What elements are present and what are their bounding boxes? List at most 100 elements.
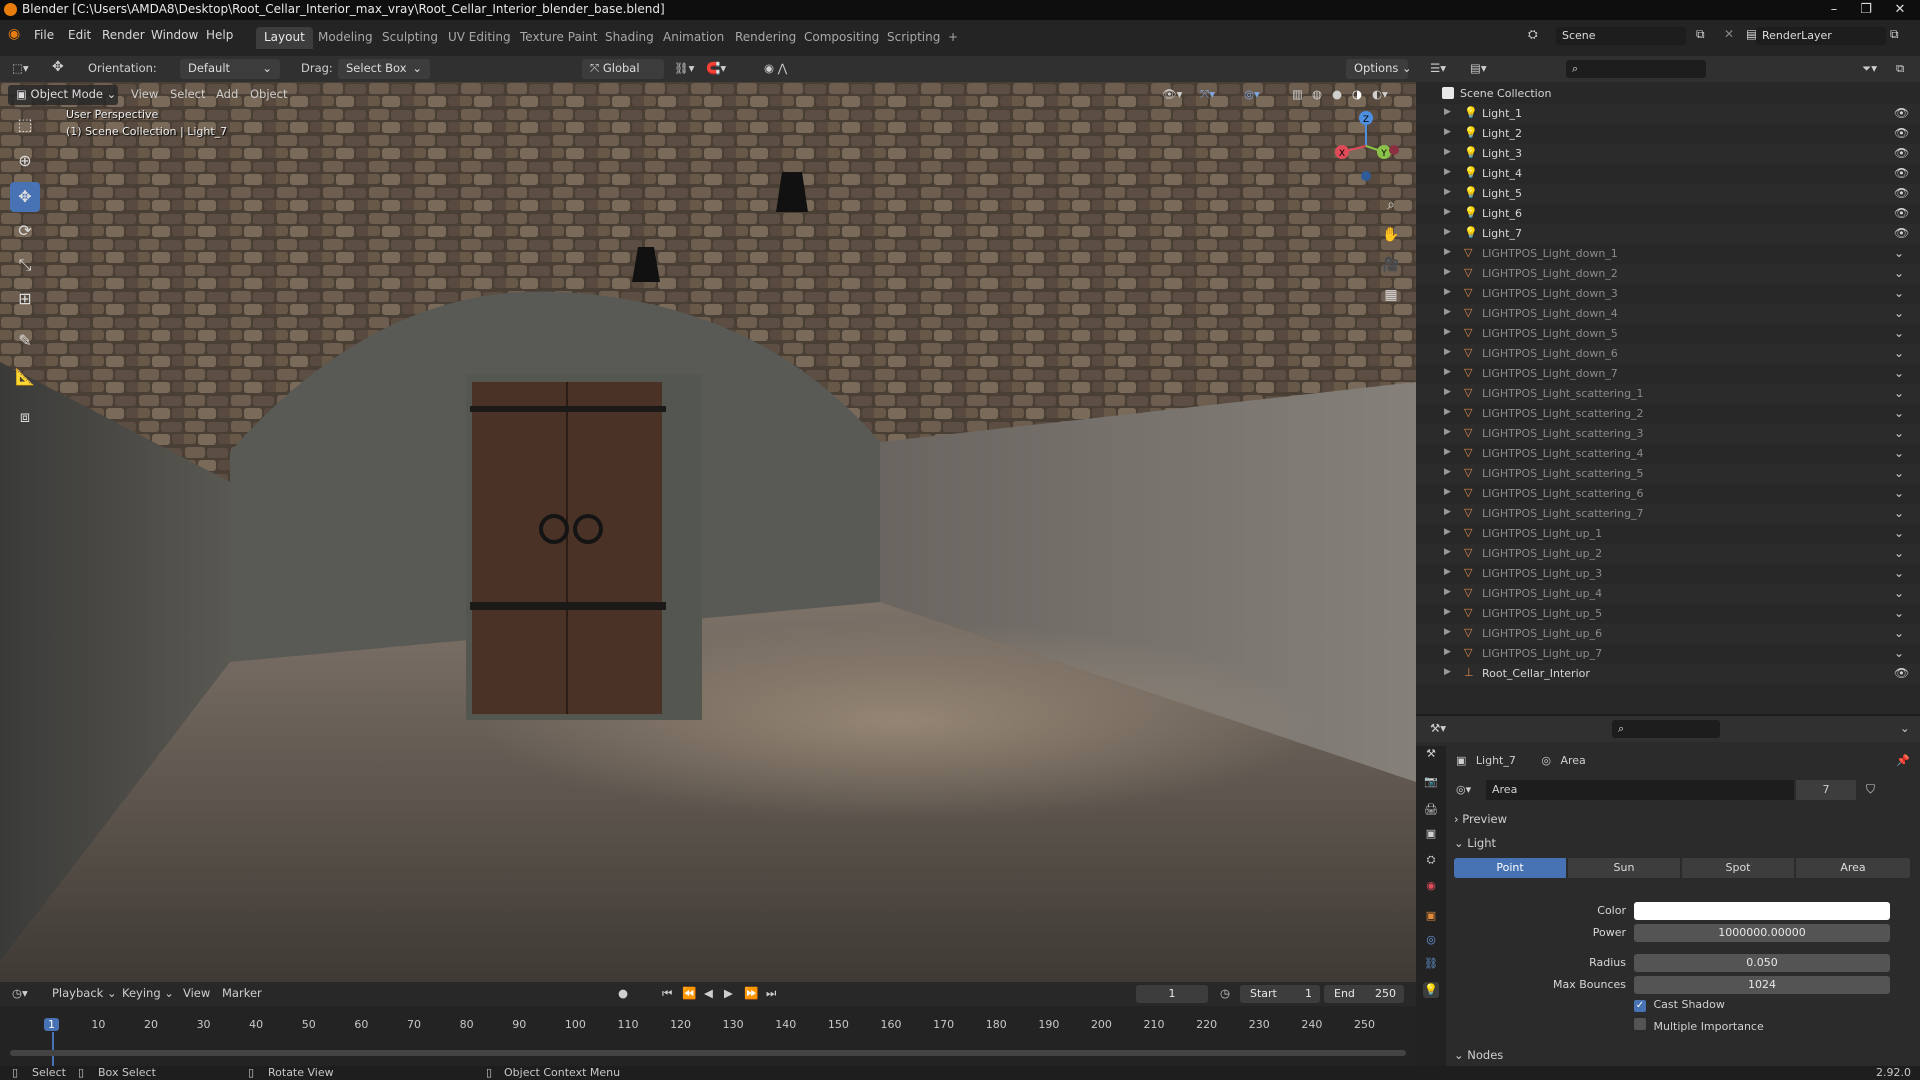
pan-hand-icon[interactable]: ✋ <box>1378 222 1404 248</box>
light-section-header[interactable]: ⌄ Light <box>1454 836 1496 850</box>
options-dropdown[interactable]: Options ⌄ <box>1346 59 1412 79</box>
eye-hidden-icon[interactable]: ⌄ <box>1894 306 1904 320</box>
3d-viewport[interactable]: ▣ Object Mode ⌄ View Select Add Object 👁… <box>0 82 1416 982</box>
outliner-row-scene-collection[interactable]: Scene Collection <box>1416 84 1920 104</box>
menu-render[interactable]: Render <box>102 28 145 42</box>
viewport-menu-select[interactable]: Select <box>170 87 205 101</box>
orientation-dropdown[interactable]: Default ⌄ <box>180 59 280 79</box>
properties-options-icon[interactable]: ⌄ <box>1900 721 1910 735</box>
outliner-row[interactable]: ▶ ▽ LIGHTPOS_Light_down_5 ⌄ <box>1416 324 1920 344</box>
scene-tab-icon[interactable]: ⛭ <box>1423 852 1439 868</box>
eye-hidden-icon[interactable]: ⌄ <box>1894 606 1904 620</box>
expand-arrow-icon[interactable]: ▶ <box>1444 507 1451 517</box>
snap-icon[interactable]: 🧲▾ <box>706 61 726 75</box>
datablock-name-field[interactable]: Area <box>1486 780 1794 800</box>
ortho-grid-icon[interactable]: ▦ <box>1378 282 1404 308</box>
outliner-row[interactable]: ▶ ▽ LIGHTPOS_Light_up_3 ⌄ <box>1416 564 1920 584</box>
outliner-row[interactable]: ▶ ▽ LIGHTPOS_Light_up_4 ⌄ <box>1416 584 1920 604</box>
expand-arrow-icon[interactable]: ▶ <box>1444 607 1451 617</box>
eye-hidden-icon[interactable]: ⌄ <box>1894 386 1904 400</box>
outliner-row[interactable]: ▶ ▽ LIGHTPOS_Light_down_4 ⌄ <box>1416 304 1920 324</box>
expand-arrow-icon[interactable]: ▶ <box>1444 527 1451 537</box>
tab-layout[interactable]: Layout <box>256 27 313 49</box>
close-button[interactable]: ✕ <box>1886 0 1914 20</box>
cast-shadow-row[interactable]: ✓ Cast Shadow <box>1634 998 1725 1012</box>
eye-hidden-icon[interactable]: ⌄ <box>1894 506 1904 520</box>
timeline-scrollbar[interactable] <box>10 1050 1406 1056</box>
outliner-row[interactable]: ▶ 💡 Light_3 👁 <box>1416 144 1920 164</box>
measure-tool[interactable]: 📐 <box>10 362 40 392</box>
fake-user-shield-icon[interactable]: ⛉ <box>1866 782 1875 797</box>
eye-hidden-icon[interactable]: ⌄ <box>1894 546 1904 560</box>
new-scene-icon[interactable]: ⧉ <box>1696 27 1705 42</box>
tab-rendering[interactable]: Rendering <box>727 27 804 49</box>
eye-hidden-icon[interactable]: ⌄ <box>1894 266 1904 280</box>
scene-icon[interactable]: ⛭ <box>1528 27 1538 42</box>
multiple-importance-row[interactable]: Multiple Importance <box>1634 1018 1764 1033</box>
transform-orientation-dropdown[interactable]: ⤧ Global <box>582 59 664 79</box>
menu-window[interactable]: Window <box>151 28 198 42</box>
tool-tab-icon[interactable]: ⚒ <box>1423 746 1439 762</box>
cursor-tool[interactable]: ⊕ <box>10 146 40 176</box>
expand-arrow-icon[interactable]: ▶ <box>1444 667 1451 677</box>
expand-arrow-icon[interactable]: ▶ <box>1444 307 1451 317</box>
eye-visible-icon[interactable]: 👁 <box>1894 226 1909 240</box>
color-swatch[interactable] <box>1634 902 1890 920</box>
expand-arrow-icon[interactable]: ▶ <box>1444 647 1451 657</box>
mode-dropdown[interactable]: ▣ Object Mode ⌄ <box>8 85 118 105</box>
viewport-menu-view[interactable]: View <box>131 87 158 101</box>
eye-visible-icon[interactable]: 👁 <box>1894 206 1909 220</box>
overlay-toggle-icon[interactable]: ◎▾ <box>1244 87 1260 101</box>
visibility-icon[interactable]: 👁▾ <box>1162 87 1182 101</box>
add-workspace-button[interactable]: + <box>940 27 966 49</box>
select-box-tool[interactable]: ⬚ <box>10 110 40 140</box>
expand-arrow-icon[interactable]: ▶ <box>1444 467 1451 477</box>
expand-arrow-icon[interactable]: ▶ <box>1444 327 1451 337</box>
outliner-row[interactable]: ▶ ▽ LIGHTPOS_Light_down_2 ⌄ <box>1416 264 1920 284</box>
editor-type-icon[interactable]: ⬚▾ <box>12 61 29 75</box>
outliner-row[interactable]: ▶ 💡 Light_6 👁 <box>1416 204 1920 224</box>
eye-hidden-icon[interactable]: ⌄ <box>1894 366 1904 380</box>
expand-arrow-icon[interactable]: ▶ <box>1444 407 1451 417</box>
outliner-row[interactable]: ▶ ▽ LIGHTPOS_Light_down_3 ⌄ <box>1416 284 1920 304</box>
eye-hidden-icon[interactable]: ⌄ <box>1894 406 1904 420</box>
outliner-row[interactable]: ▶ ▽ LIGHTPOS_Light_scattering_4 ⌄ <box>1416 444 1920 464</box>
minimize-button[interactable]: – <box>1820 0 1848 20</box>
eye-hidden-icon[interactable]: ⌄ <box>1894 486 1904 500</box>
scale-tool[interactable]: ⤡ <box>10 250 40 280</box>
outliner-row[interactable]: ▶ 💡 Light_2 👁 <box>1416 124 1920 144</box>
eye-hidden-icon[interactable]: ⌄ <box>1894 446 1904 460</box>
datablock-users-count[interactable]: 7 <box>1796 780 1856 800</box>
eye-hidden-icon[interactable]: ⌄ <box>1894 566 1904 580</box>
tab-animation[interactable]: Animation <box>655 27 732 49</box>
expand-arrow-icon[interactable]: ▶ <box>1444 227 1451 237</box>
eye-hidden-icon[interactable]: ⌄ <box>1894 466 1904 480</box>
eye-visible-icon[interactable]: 👁 <box>1894 166 1909 180</box>
output-tab-icon[interactable]: 🖨 <box>1423 802 1439 818</box>
maximize-button[interactable]: ❐ <box>1852 0 1880 20</box>
expand-arrow-icon[interactable]: ▶ <box>1444 207 1451 217</box>
navigation-gizmo[interactable]: Z X Y <box>1326 106 1406 186</box>
expand-arrow-icon[interactable]: ▶ <box>1444 147 1451 157</box>
eye-hidden-icon[interactable]: ⌄ <box>1894 246 1904 260</box>
expand-arrow-icon[interactable]: ▶ <box>1444 347 1451 357</box>
camera-view-icon[interactable]: 🎥 <box>1378 252 1404 278</box>
outliner-row[interactable]: ▶ ▽ LIGHTPOS_Light_up_5 ⌄ <box>1416 604 1920 624</box>
outliner-row[interactable]: ▶ ▽ LIGHTPOS_Light_up_1 ⌄ <box>1416 524 1920 544</box>
outliner-row[interactable]: ▶ ▽ LIGHTPOS_Light_down_6 ⌄ <box>1416 344 1920 364</box>
display-mode-icon[interactable]: ▤▾ <box>1470 61 1487 75</box>
eye-hidden-icon[interactable]: ⌄ <box>1894 526 1904 540</box>
eye-hidden-icon[interactable]: ⌄ <box>1894 286 1904 300</box>
outliner-row[interactable]: ▶ ▽ LIGHTPOS_Light_down_1 ⌄ <box>1416 244 1920 264</box>
expand-arrow-icon[interactable]: ▶ <box>1444 567 1451 577</box>
outliner-row[interactable]: ▶ ▽ LIGHTPOS_Light_scattering_5 ⌄ <box>1416 464 1920 484</box>
outliner-editor-type-icon[interactable]: ☰▾ <box>1430 61 1446 75</box>
transform-tool[interactable]: ⊞ <box>10 284 40 314</box>
light-type-area[interactable]: Area <box>1796 858 1910 878</box>
eye-visible-icon[interactable]: 👁 <box>1894 126 1909 140</box>
outliner-row[interactable]: ▶ 💡 Light_5 👁 <box>1416 184 1920 204</box>
expand-arrow-icon[interactable]: ▶ <box>1444 447 1451 457</box>
gizmo-toggle-icon[interactable]: ⤧▾ <box>1200 87 1215 102</box>
tab-modeling[interactable]: Modeling <box>310 27 381 49</box>
eye-hidden-icon[interactable]: ⌄ <box>1894 346 1904 360</box>
